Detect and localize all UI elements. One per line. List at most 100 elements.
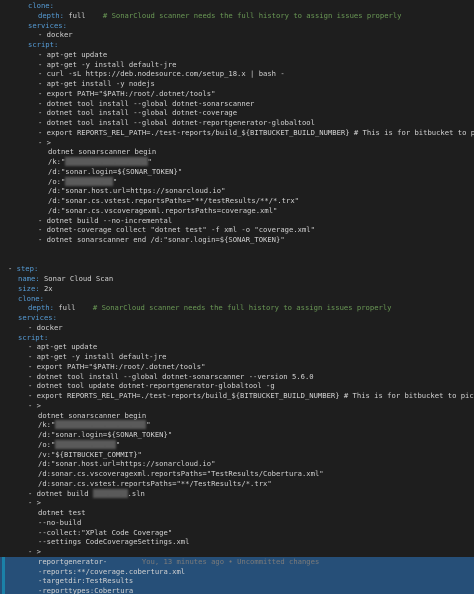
code-token: clone: — [28, 1, 54, 10]
code-token: /v:"${BITBUCKET_COMMIT}" — [38, 449, 142, 459]
code-line[interactable]: - apt-get -y install default-jre — [0, 60, 474, 70]
code-token: name: — [18, 274, 44, 283]
code-token: " — [112, 176, 118, 186]
code-line[interactable]: dotnet sonarscanner begin — [0, 147, 474, 157]
code-line[interactable]: - apt-get update — [0, 50, 474, 60]
code-line[interactable]: - dotnet-coverage collect "dotnet test" … — [0, 225, 474, 235]
code-line[interactable]: - curl -sL https://deb.nodesource.com/se… — [0, 69, 474, 79]
code-line[interactable]: - step: — [0, 264, 474, 274]
code-line[interactable]: - dotnet tool install --global dotnet-so… — [0, 372, 474, 382]
code-line[interactable]: - apt-get -y install default-jre — [0, 352, 474, 362]
code-line[interactable]: - dotnet sonarscanner end /d:"sonar.logi… — [0, 235, 474, 245]
code-line[interactable]: dotnet test — [0, 508, 474, 518]
code-line[interactable]: /v:"${BITBUCKET_COMMIT}" — [0, 450, 474, 460]
code-token: /d:sonar.cs.vstest.reportsPaths="**/Test… — [38, 478, 272, 488]
code-line[interactable]: size: 2x — [0, 284, 474, 294]
code-line[interactable]: script: — [0, 40, 474, 50]
code-line[interactable]: --collect:"XPlat Code Coverage" — [0, 528, 474, 538]
code-line[interactable]: - export REPORTS_REL_PATH=./test-reports… — [0, 128, 474, 138]
code-line[interactable]: - apt-get install -y nodejs — [0, 79, 474, 89]
code-token: --collect:"XPlat Code Coverage" — [38, 527, 173, 537]
code-line[interactable]: - > — [0, 401, 474, 411]
code-comment: # SonarCloud scanner needs the full hist… — [102, 10, 402, 20]
code-token: dotnet test — [38, 508, 86, 517]
code-token: " — [146, 420, 151, 430]
code-line[interactable]: - export REPORTS_REL_PATH=./test-reports… — [0, 391, 474, 401]
code-line[interactable]: /d:"sonar.login=${SONAR_TOKEN}" — [0, 430, 474, 440]
code-line[interactable]: - dotnet tool install --global dotnet-so… — [0, 99, 474, 109]
code-line[interactable]: - dotnet build --no-incremental — [0, 216, 474, 226]
code-line[interactable]: clone: — [0, 1, 474, 11]
code-line[interactable]: -targetdir:TestResults — [0, 576, 474, 586]
code-line[interactable]: - > — [0, 138, 474, 148]
code-token: reportgenerator- — [38, 556, 108, 566]
code-line[interactable]: /o:"xxxxxxxxxxx" — [0, 176, 474, 187]
code-line[interactable] — [0, 245, 474, 255]
code-line[interactable]: /d:"sonar.login=${SONAR_TOKEN}" — [0, 167, 474, 177]
code-token: - apt-get -y install default-jre — [38, 59, 177, 69]
code-line[interactable]: /d:"sonar.host.url=https://sonarcloud.io… — [0, 459, 474, 469]
code-token: - apt-get -y install default-jre — [28, 352, 167, 361]
code-line[interactable]: reportgenerator- You, 13 minutes ago • U… — [0, 556, 474, 567]
code-token: - export REPORTS_REL_PATH=./test-reports… — [28, 391, 474, 400]
code-token: - docker — [28, 322, 63, 332]
code-line[interactable]: -reports:**/coverage.cobertura.xml — [0, 566, 474, 577]
code-line[interactable]: - export PATH="$PATH:/root/.dotnet/tools… — [0, 362, 474, 372]
git-change-marker — [2, 556, 5, 567]
code-editor[interactable]: clone: depth: full # SonarCloud scanner n… — [0, 0, 474, 594]
code-line[interactable]: --no-build — [0, 518, 474, 528]
code-token: script: — [28, 40, 59, 49]
code-line[interactable]: /d:sonar.cs.vscoveragexml.reportsPaths="… — [0, 469, 474, 479]
code-token: - apt-get update — [28, 342, 98, 352]
code-line[interactable]: /d:"sonar.cs.vscoveragexml.reportsPaths=… — [0, 206, 474, 216]
code-line[interactable]: name: Sonar Cloud Scan — [0, 274, 474, 284]
code-line[interactable]: /k:"xxxxxxxxxxxxxxxxxxx" — [0, 157, 474, 167]
code-token: depth: — [28, 303, 59, 313]
code-token: /d:"sonar.login=${SONAR_TOKEN}" — [48, 166, 183, 176]
code-token: services: — [28, 20, 67, 30]
code-line[interactable]: services: — [0, 21, 474, 31]
code-line[interactable]: - dotnet build xxxxxxxx.sln — [0, 488, 474, 499]
code-token: - — [8, 264, 17, 274]
redacted-text: xxxxxxxxxxxxxxxxxxx — [65, 157, 148, 166]
code-token: - docker — [38, 30, 73, 40]
code-line[interactable]: - dotnet tool install --global dotnet-co… — [0, 108, 474, 118]
code-line[interactable]: - docker — [0, 323, 474, 333]
code-line[interactable]: script: — [0, 333, 474, 343]
code-token: - curl -sL https://deb.nodesource.com/se… — [38, 69, 285, 79]
code-line[interactable]: - export PATH="$PATH:/root/.dotnet/tools… — [0, 89, 474, 99]
code-token: /k:" — [48, 157, 66, 166]
code-token: dotnet sonarscanner begin — [38, 410, 147, 420]
code-line[interactable]: - dotnet tool install --global dotnet-re… — [0, 118, 474, 128]
code-token: /d:"sonar.host.url=https://sonarcloud.io… — [48, 186, 226, 196]
code-line[interactable]: /d:"sonar.host.url=https://sonarcloud.io… — [0, 186, 474, 196]
code-token: 2x — [43, 283, 53, 293]
code-token: size: — [18, 283, 44, 293]
code-line[interactable]: - > — [0, 547, 474, 557]
code-line[interactable]: - > — [0, 498, 474, 508]
code-token: - dotnet tool install --global dotnet-co… — [38, 108, 238, 118]
code-token: - export PATH="$PATH:/root/.dotnet/tools… — [38, 88, 216, 98]
code-line[interactable]: depth: full # SonarCloud scanner needs t… — [0, 11, 474, 21]
code-line[interactable]: -reporttypes:Cobertura — [0, 586, 474, 594]
code-line[interactable]: /k:"xxxxxxxxxxxxxxxxxxxxx" — [0, 420, 474, 430]
code-token: - > — [28, 547, 41, 556]
code-token: clone: — [18, 293, 44, 303]
code-line[interactable]: - apt-get update — [0, 342, 474, 352]
code-token: - apt-get install -y nodejs — [38, 79, 155, 88]
code-line[interactable]: /d:sonar.cs.vstest.reportsPaths="**/Test… — [0, 479, 474, 489]
code-line[interactable]: dotnet sonarscanner begin — [0, 411, 474, 421]
code-token: --settings CodeCoverageSettings.xml — [38, 537, 190, 547]
code-token: - dotnet sonarscanner end /d:"sonar.logi… — [38, 235, 285, 244]
code-line[interactable]: depth: full # SonarCloud scanner needs t… — [0, 303, 474, 313]
code-line[interactable]: --settings CodeCoverageSettings.xml — [0, 537, 474, 547]
code-token: - export PATH="$PATH:/root/.dotnet/tools… — [28, 361, 206, 371]
code-line[interactable]: /o:"xxxxxxxxxxxxxx" — [0, 439, 474, 450]
code-line[interactable]: - docker — [0, 30, 474, 40]
code-line[interactable]: clone: — [0, 294, 474, 304]
code-line[interactable]: - dotnet tool update dotnet-reportgenera… — [0, 381, 474, 391]
code-line[interactable]: services: — [0, 313, 474, 323]
code-token: full — [68, 10, 103, 20]
code-line[interactable] — [0, 255, 474, 265]
code-line[interactable]: /d:"sonar.cs.vstest.reportsPaths="**/tes… — [0, 196, 474, 206]
